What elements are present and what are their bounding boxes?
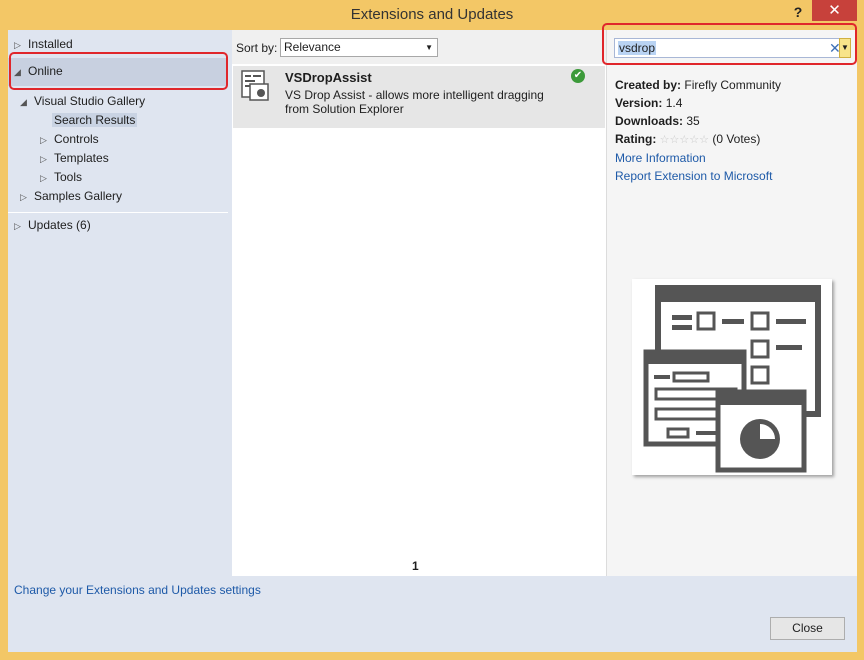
- collapse-arrow-icon[interactable]: ◢: [20, 93, 34, 112]
- window-title: Extensions and Updates: [350, 6, 514, 23]
- result-description: VS Drop Assist - allows more intelligent…: [285, 88, 544, 116]
- sort-label: Sort by:: [236, 41, 278, 55]
- footer-bar: Change your Extensions and Updates setti…: [8, 576, 857, 652]
- version-row: Version: 1.4: [615, 96, 683, 110]
- tree-item-updates[interactable]: ▷ Updates (6): [14, 216, 91, 235]
- result-title[interactable]: VSDropAssist: [285, 70, 372, 85]
- expand-arrow-icon[interactable]: ▷: [40, 131, 54, 150]
- expand-arrow-icon[interactable]: ▷: [40, 150, 54, 169]
- tree-item-visual-studio-gallery[interactable]: ◢ Visual Studio Gallery: [20, 92, 145, 111]
- rating-row: Rating: ☆☆☆☆☆ (0 Votes): [615, 132, 761, 146]
- tree-item-tools[interactable]: ▷ Tools: [40, 168, 82, 187]
- tree-item-search-results[interactable]: Search Results: [52, 111, 138, 130]
- tree-item-templates[interactable]: ▷ Templates: [40, 149, 109, 168]
- expand-arrow-icon[interactable]: ▷: [20, 188, 34, 207]
- page-number[interactable]: 1: [412, 559, 419, 573]
- dialog-body: ▷ Installed ◢ Online ◢ Visual Studio Galler…: [8, 23, 857, 652]
- preview-illustration-icon: [643, 285, 821, 473]
- sort-select[interactable]: Relevance ▼: [280, 38, 438, 57]
- more-information-link[interactable]: More Information: [615, 149, 781, 167]
- expand-arrow-icon[interactable]: ▷: [14, 217, 28, 236]
- created-by-row: Created by: Firefly Community: [615, 78, 782, 92]
- annotation-highlight-search: [602, 23, 857, 65]
- report-extension-link[interactable]: Report Extension to Microsoft: [615, 167, 781, 185]
- dropdown-arrow-icon[interactable]: ▼: [425, 39, 433, 56]
- checkmark-icon: ✔: [571, 69, 585, 83]
- details-pane: vsdrop ✕ ▼ Created by: Firefly Community…: [602, 23, 857, 576]
- tree-item-samples-gallery[interactable]: ▷ Samples Gallery: [20, 187, 122, 206]
- category-tree: ▷ Installed ◢ Online ◢ Visual Studio Galler…: [8, 30, 232, 576]
- close-button[interactable]: Close: [770, 617, 845, 640]
- extension-details: Created by: Firefly Community Version: 1…: [615, 76, 781, 185]
- sort-bar: Sort by: Relevance ▼: [232, 30, 606, 64]
- expand-arrow-icon[interactable]: ▷: [40, 169, 54, 188]
- extensions-dialog: Extensions and Updates ? ✕ ▷ Installed ◢ O…: [0, 0, 864, 660]
- annotation-highlight-online: [9, 52, 228, 90]
- settings-link[interactable]: Change your Extensions and Updates setti…: [14, 583, 261, 597]
- divider: [8, 212, 228, 213]
- help-button[interactable]: ?: [786, 2, 810, 22]
- extension-icon: [241, 70, 269, 101]
- rating-stars-icon: ☆☆☆☆☆: [659, 134, 709, 146]
- result-item-vsdropassist[interactable]: VSDropAssist VS Drop Assist - allows mor…: [233, 66, 605, 128]
- close-window-button[interactable]: ✕: [812, 0, 857, 21]
- downloads-row: Downloads: 35: [615, 114, 700, 128]
- extension-preview-image: [632, 279, 832, 475]
- results-pane: Sort by: Relevance ▼ VSDropAssist VS Dro…: [232, 30, 606, 576]
- tree-item-controls[interactable]: ▷ Controls: [40, 130, 99, 149]
